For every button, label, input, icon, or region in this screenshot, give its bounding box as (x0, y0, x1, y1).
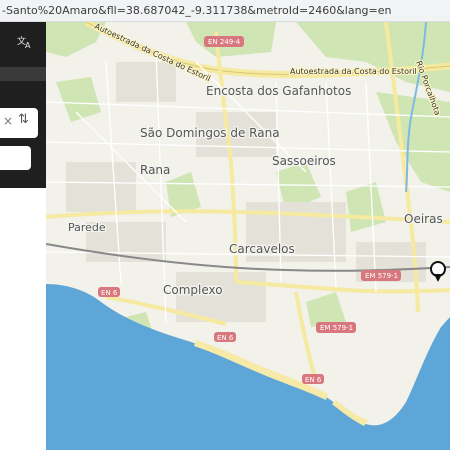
svg-text:A: A (25, 41, 31, 49)
place-label: Carcavelos (229, 242, 295, 256)
svg-text:EN 6: EN 6 (101, 289, 118, 297)
place-label: Encosta dos Gafanhotos (206, 84, 351, 98)
sidebar-tab-strip (0, 67, 46, 81)
translate-icon[interactable]: 文 A (17, 35, 33, 50)
place-label: Complexo (163, 283, 223, 297)
route-shield: EN 6 (302, 374, 324, 384)
sidebar-header: 文 A × ⇅ (0, 22, 46, 188)
svg-text:EN 6: EN 6 (217, 334, 234, 342)
map-view[interactable]: Encosta dos Gafanhotos São Domingos de R… (46, 22, 450, 450)
destination-input[interactable] (0, 146, 31, 170)
place-label: São Domingos de Rana (140, 126, 280, 140)
swap-icon[interactable]: ⇅ (18, 112, 29, 127)
url-text: -Santo%20Amaro&fll=38.687042_-9.311738&m… (2, 4, 392, 17)
route-shield: EM 579-1 (361, 270, 401, 281)
svg-text:EN 6: EN 6 (305, 376, 322, 384)
place-label: Parede (68, 221, 106, 234)
clear-icon[interactable]: × (3, 114, 13, 128)
route-sidebar: 文 A × ⇅ (0, 22, 46, 450)
svg-text:EM 579-1: EM 579-1 (320, 324, 353, 332)
route-shield: EN 6 (214, 332, 236, 342)
origin-input[interactable]: × ⇅ (0, 108, 38, 138)
svg-text:EM 579-1: EM 579-1 (365, 272, 398, 280)
route-shield: EN 249-4 (204, 36, 244, 47)
route-shield: EM 579-1 (316, 322, 356, 333)
place-label: Rana (140, 163, 170, 177)
address-bar[interactable]: -Santo%20Amaro&fll=38.687042_-9.311738&m… (0, 0, 450, 22)
route-shield: EN 6 (98, 287, 120, 297)
svg-text:EN 249-4: EN 249-4 (208, 38, 241, 46)
place-label: Oeiras (404, 212, 443, 226)
place-label: Sassoeiros (272, 154, 336, 168)
road-label: Autoestrada da Costa do Estoril (290, 67, 417, 76)
